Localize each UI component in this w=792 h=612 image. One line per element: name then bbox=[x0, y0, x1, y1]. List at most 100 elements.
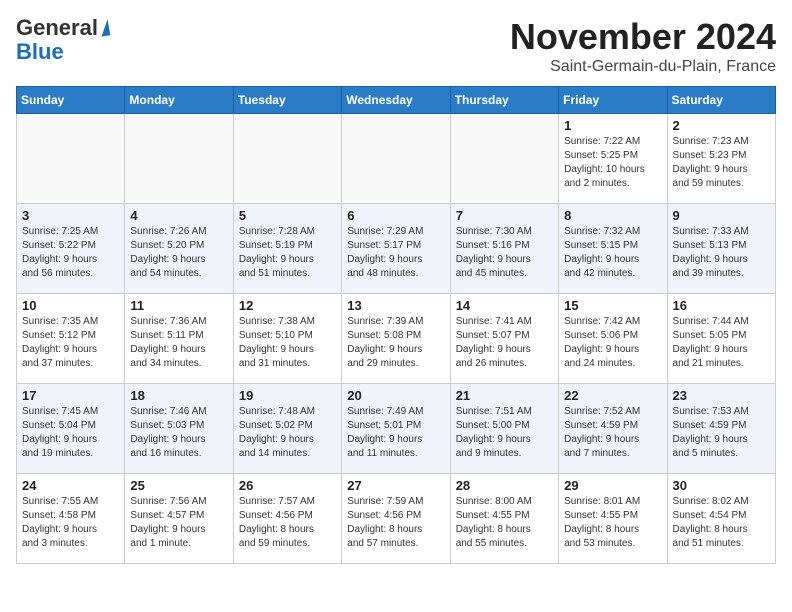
day-info: Sunrise: 7:29 AM Sunset: 5:17 PM Dayligh… bbox=[347, 225, 444, 281]
calendar-day-cell: 14 Sunrise: 7:41 AM Sunset: 5:07 PM Dayli… bbox=[450, 294, 558, 384]
day-info: Sunrise: 8:02 AM Sunset: 4:54 PM Dayligh… bbox=[673, 495, 770, 551]
col-header-monday: Monday bbox=[125, 87, 233, 114]
day-info: Sunrise: 7:26 AM Sunset: 5:20 PM Dayligh… bbox=[130, 225, 227, 281]
day-number: 17 bbox=[22, 388, 119, 403]
day-number: 16 bbox=[673, 298, 770, 313]
day-number: 15 bbox=[564, 298, 661, 313]
calendar-day-cell: 19 Sunrise: 7:48 AM Sunset: 5:02 PM Dayli… bbox=[233, 384, 341, 474]
day-number: 22 bbox=[564, 388, 661, 403]
day-number: 4 bbox=[130, 208, 227, 223]
calendar-body: 1 Sunrise: 7:22 AM Sunset: 5:25 PM Daylig… bbox=[17, 114, 776, 564]
day-number: 6 bbox=[347, 208, 444, 223]
calendar-day-cell: 20 Sunrise: 7:49 AM Sunset: 5:01 PM Dayli… bbox=[342, 384, 450, 474]
page-header: General Blue November 2024 Saint-Germain… bbox=[16, 16, 776, 76]
day-number: 8 bbox=[564, 208, 661, 223]
day-number: 14 bbox=[456, 298, 553, 313]
day-info: Sunrise: 8:00 AM Sunset: 4:55 PM Dayligh… bbox=[456, 495, 553, 551]
calendar-day-cell: 15 Sunrise: 7:42 AM Sunset: 5:06 PM Dayli… bbox=[559, 294, 667, 384]
location: Saint-Germain-du-Plain, France bbox=[510, 58, 776, 76]
calendar-day-cell: 27Sunrise: 7:59 AM Sunset: 4:56 PM Dayli… bbox=[342, 474, 450, 564]
calendar-day-cell: 25 Sunrise: 7:56 AM Sunset: 4:57 PM Dayli… bbox=[125, 474, 233, 564]
day-number: 29 bbox=[564, 478, 661, 493]
day-number: 26 bbox=[239, 478, 336, 493]
calendar-day-cell: 28 Sunrise: 8:00 AM Sunset: 4:55 PM Dayli… bbox=[450, 474, 558, 564]
day-info: Sunrise: 7:48 AM Sunset: 5:02 PM Dayligh… bbox=[239, 405, 336, 461]
day-info: Sunrise: 7:44 AM Sunset: 5:05 PM Dayligh… bbox=[673, 315, 770, 371]
day-info: Sunrise: 7:46 AM Sunset: 5:03 PM Dayligh… bbox=[130, 405, 227, 461]
col-header-wednesday: Wednesday bbox=[342, 87, 450, 114]
calendar-week-row: 1 Sunrise: 7:22 AM Sunset: 5:25 PM Daylig… bbox=[17, 114, 776, 204]
calendar-day-cell bbox=[342, 114, 450, 204]
calendar-day-cell: 21 Sunrise: 7:51 AM Sunset: 5:00 PM Dayli… bbox=[450, 384, 558, 474]
day-number: 11 bbox=[130, 298, 227, 313]
day-info: Sunrise: 7:32 AM Sunset: 5:15 PM Dayligh… bbox=[564, 225, 661, 281]
calendar-day-cell: 12 Sunrise: 7:38 AM Sunset: 5:10 PM Dayli… bbox=[233, 294, 341, 384]
calendar-week-row: 3Sunrise: 7:25 AM Sunset: 5:22 PM Daylig… bbox=[17, 204, 776, 294]
logo-triangle-icon bbox=[99, 19, 111, 36]
col-header-friday: Friday bbox=[559, 87, 667, 114]
day-info: Sunrise: 7:38 AM Sunset: 5:10 PM Dayligh… bbox=[239, 315, 336, 371]
col-header-saturday: Saturday bbox=[667, 87, 775, 114]
day-info: Sunrise: 7:35 AM Sunset: 5:12 PM Dayligh… bbox=[22, 315, 119, 371]
calendar-day-cell: 9 Sunrise: 7:33 AM Sunset: 5:13 PM Daylig… bbox=[667, 204, 775, 294]
day-info: Sunrise: 7:55 AM Sunset: 4:58 PM Dayligh… bbox=[22, 495, 119, 551]
day-number: 24 bbox=[22, 478, 119, 493]
calendar-week-row: 24 Sunrise: 7:55 AM Sunset: 4:58 PM Dayli… bbox=[17, 474, 776, 564]
day-number: 7 bbox=[456, 208, 553, 223]
day-number: 18 bbox=[130, 388, 227, 403]
day-number: 23 bbox=[673, 388, 770, 403]
day-info: Sunrise: 7:45 AM Sunset: 5:04 PM Dayligh… bbox=[22, 405, 119, 461]
day-info: Sunrise: 7:39 AM Sunset: 5:08 PM Dayligh… bbox=[347, 315, 444, 371]
calendar-day-cell: 5Sunrise: 7:28 AM Sunset: 5:19 PM Daylig… bbox=[233, 204, 341, 294]
day-info: Sunrise: 7:33 AM Sunset: 5:13 PM Dayligh… bbox=[673, 225, 770, 281]
calendar-day-cell bbox=[17, 114, 125, 204]
day-number: 30 bbox=[673, 478, 770, 493]
calendar-day-cell: 30 Sunrise: 8:02 AM Sunset: 4:54 PM Dayli… bbox=[667, 474, 775, 564]
col-header-sunday: Sunday bbox=[17, 87, 125, 114]
calendar-day-cell: 29Sunrise: 8:01 AM Sunset: 4:55 PM Dayli… bbox=[559, 474, 667, 564]
calendar-day-cell bbox=[233, 114, 341, 204]
calendar-day-cell bbox=[125, 114, 233, 204]
day-number: 25 bbox=[130, 478, 227, 493]
calendar-day-cell: 16 Sunrise: 7:44 AM Sunset: 5:05 PM Dayli… bbox=[667, 294, 775, 384]
calendar-day-cell: 22 Sunrise: 7:52 AM Sunset: 4:59 PM Dayli… bbox=[559, 384, 667, 474]
calendar-day-cell: 2Sunrise: 7:23 AM Sunset: 5:23 PM Daylig… bbox=[667, 114, 775, 204]
calendar-week-row: 10Sunrise: 7:35 AM Sunset: 5:12 PM Dayli… bbox=[17, 294, 776, 384]
calendar-header-row: SundayMondayTuesdayWednesdayThursdayFrid… bbox=[17, 87, 776, 114]
day-info: Sunrise: 7:22 AM Sunset: 5:25 PM Dayligh… bbox=[564, 135, 661, 191]
day-info: Sunrise: 7:56 AM Sunset: 4:57 PM Dayligh… bbox=[130, 495, 227, 551]
day-number: 13 bbox=[347, 298, 444, 313]
day-info: Sunrise: 7:30 AM Sunset: 5:16 PM Dayligh… bbox=[456, 225, 553, 281]
day-info: Sunrise: 7:49 AM Sunset: 5:01 PM Dayligh… bbox=[347, 405, 444, 461]
day-info: Sunrise: 7:51 AM Sunset: 5:00 PM Dayligh… bbox=[456, 405, 553, 461]
day-number: 3 bbox=[22, 208, 119, 223]
day-info: Sunrise: 7:41 AM Sunset: 5:07 PM Dayligh… bbox=[456, 315, 553, 371]
day-info: Sunrise: 7:42 AM Sunset: 5:06 PM Dayligh… bbox=[564, 315, 661, 371]
day-info: Sunrise: 7:53 AM Sunset: 4:59 PM Dayligh… bbox=[673, 405, 770, 461]
calendar-day-cell: 17 Sunrise: 7:45 AM Sunset: 5:04 PM Dayli… bbox=[17, 384, 125, 474]
day-info: Sunrise: 7:36 AM Sunset: 5:11 PM Dayligh… bbox=[130, 315, 227, 371]
day-number: 12 bbox=[239, 298, 336, 313]
day-info: Sunrise: 7:28 AM Sunset: 5:19 PM Dayligh… bbox=[239, 225, 336, 281]
day-number: 1 bbox=[564, 118, 661, 133]
logo: General Blue bbox=[16, 16, 109, 64]
title-area: November 2024 Saint-Germain-du-Plain, Fr… bbox=[510, 16, 776, 76]
calendar-day-cell: 10Sunrise: 7:35 AM Sunset: 5:12 PM Dayli… bbox=[17, 294, 125, 384]
logo-general: General bbox=[16, 16, 98, 40]
calendar-day-cell bbox=[450, 114, 558, 204]
day-number: 9 bbox=[673, 208, 770, 223]
logo-blue: Blue bbox=[16, 40, 64, 64]
day-number: 2 bbox=[673, 118, 770, 133]
month-title: November 2024 bbox=[510, 16, 776, 58]
day-number: 27 bbox=[347, 478, 444, 493]
day-info: Sunrise: 7:52 AM Sunset: 4:59 PM Dayligh… bbox=[564, 405, 661, 461]
day-number: 19 bbox=[239, 388, 336, 403]
calendar-day-cell: 7 Sunrise: 7:30 AM Sunset: 5:16 PM Daylig… bbox=[450, 204, 558, 294]
day-number: 20 bbox=[347, 388, 444, 403]
day-number: 21 bbox=[456, 388, 553, 403]
calendar-day-cell: 4 Sunrise: 7:26 AM Sunset: 5:20 PM Daylig… bbox=[125, 204, 233, 294]
calendar-day-cell: 11 Sunrise: 7:36 AM Sunset: 5:11 PM Dayli… bbox=[125, 294, 233, 384]
col-header-tuesday: Tuesday bbox=[233, 87, 341, 114]
day-number: 28 bbox=[456, 478, 553, 493]
calendar-day-cell: 26Sunrise: 7:57 AM Sunset: 4:56 PM Dayli… bbox=[233, 474, 341, 564]
